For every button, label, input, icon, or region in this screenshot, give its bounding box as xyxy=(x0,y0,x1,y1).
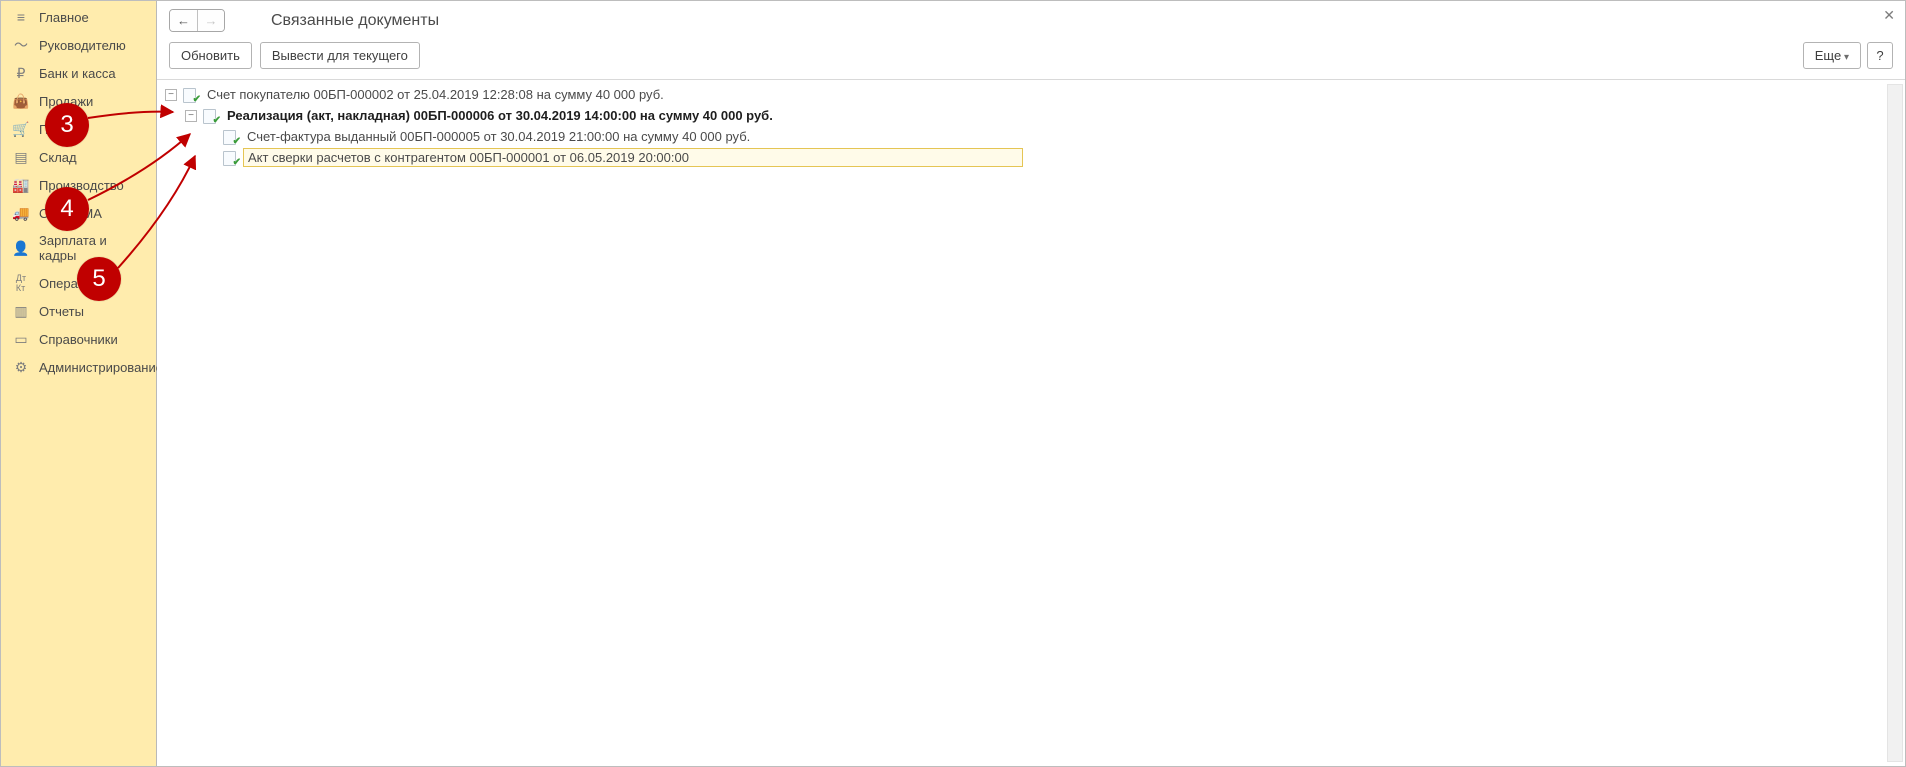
refresh-button[interactable]: Обновить xyxy=(169,42,252,69)
tree-row[interactable]: − ✔ Реализация (акт, накладная) 00БП-000… xyxy=(185,105,1903,126)
tree-row-label: Реализация (акт, накладная) 00БП-000006 … xyxy=(223,107,777,124)
annotation-badge-label: 3 xyxy=(60,111,73,139)
toolbar: Обновить Вывести для текущего Еще ? xyxy=(157,36,1905,79)
tree-row[interactable]: ✔ Счет-фактура выданный 00БП-000005 от 3… xyxy=(205,126,1903,147)
sidebar-item-label: Администрирование xyxy=(39,360,163,375)
sidebar-item-hr[interactable]: 👤 Зарплата и кадры xyxy=(1,227,156,269)
barchart-icon: ▥ xyxy=(13,303,29,319)
more-button[interactable]: Еще xyxy=(1803,42,1861,69)
annotation-badge-label: 4 xyxy=(60,195,73,223)
toolbar-right: Еще ? xyxy=(1803,42,1893,69)
sidebar-item-warehouse[interactable]: ▤ Склад xyxy=(1,143,156,171)
boxes-icon: ▤ xyxy=(13,149,29,165)
sidebar-item-reports[interactable]: ▥ Отчеты xyxy=(1,297,156,325)
annotation-badge-4: 4 xyxy=(45,187,89,231)
close-icon[interactable]: ✕ xyxy=(1883,7,1895,24)
document-icon: ✔ xyxy=(183,87,199,103)
cart-icon: 🛒 xyxy=(13,121,29,137)
document-icon: ✔ xyxy=(223,150,239,166)
selection-highlight: Акт сверки расчетов с контрагентом 00БП-… xyxy=(243,148,1023,167)
factory-icon: 🏭 xyxy=(13,177,29,193)
sidebar: ≡ Главное 〜 Руководителю ₽ Банк и касса … xyxy=(1,1,157,766)
tree-row-selected[interactable]: ✔ Акт сверки расчетов с контрагентом 00Б… xyxy=(205,147,1903,168)
sidebar-item-label: Руководителю xyxy=(39,38,126,53)
nav-back-button[interactable]: ← xyxy=(170,10,197,31)
titlebar: ← → Связанные документы ✕ xyxy=(157,1,1905,36)
person-icon: 👤 xyxy=(13,240,29,256)
sidebar-item-label: Главное xyxy=(39,10,89,25)
annotation-badge-5: 5 xyxy=(77,257,121,301)
document-icon: ✔ xyxy=(203,108,219,124)
sidebar-item-label: Отчеты xyxy=(39,304,84,319)
sidebar-item-label: Склад xyxy=(39,150,77,165)
sidebar-item-bank[interactable]: ₽ Банк и касса xyxy=(1,59,156,87)
menu-icon: ≡ xyxy=(13,9,29,25)
dtkt-icon: ДтКт xyxy=(13,275,29,291)
book-icon: ▭ xyxy=(13,331,29,347)
tree-area: − ✔ Счет покупателю 00БП-000002 от 25.04… xyxy=(157,79,1905,766)
sidebar-item-label: Справочники xyxy=(39,332,118,347)
sidebar-item-refs[interactable]: ▭ Справочники xyxy=(1,325,156,353)
truck-icon: 🚚 xyxy=(13,205,29,221)
sidebar-item-label: Банк и касса xyxy=(39,66,116,81)
export-current-button[interactable]: Вывести для текущего xyxy=(260,42,420,69)
document-icon: ✔ xyxy=(223,129,239,145)
ruble-icon: ₽ xyxy=(13,65,29,81)
document-tree[interactable]: − ✔ Счет покупателю 00БП-000002 от 25.04… xyxy=(165,84,1903,168)
sidebar-item-admin[interactable]: ⚙ Администрирование xyxy=(1,353,156,381)
tree-row[interactable]: − ✔ Счет покупателю 00БП-000002 от 25.04… xyxy=(165,84,1903,105)
sidebar-item-label: Производство xyxy=(39,178,124,193)
main: ← → Связанные документы ✕ Обновить Вывес… xyxy=(157,1,1905,766)
gear-icon: ⚙ xyxy=(13,359,29,375)
bag-icon: 👜 xyxy=(13,93,29,109)
tree-row-label: Счет-фактура выданный 00БП-000005 от 30.… xyxy=(243,128,754,145)
tree-row-label: Акт сверки расчетов с контрагентом 00БП-… xyxy=(246,150,691,165)
nav-buttons: ← → xyxy=(169,9,225,32)
expander-icon[interactable]: − xyxy=(165,89,177,101)
expander-icon[interactable]: − xyxy=(185,110,197,122)
vertical-scrollbar[interactable] xyxy=(1887,84,1903,762)
tree-row-label: Счет покупателю 00БП-000002 от 25.04.201… xyxy=(203,86,668,103)
app-root: ≡ Главное 〜 Руководителю ₽ Банк и касса … xyxy=(0,0,1906,767)
help-button[interactable]: ? xyxy=(1867,42,1893,69)
chart-line-icon: 〜 xyxy=(13,37,29,53)
annotation-badge-3: 3 xyxy=(45,103,89,147)
sidebar-item-main[interactable]: ≡ Главное xyxy=(1,3,156,31)
nav-forward-button[interactable]: → xyxy=(197,10,224,31)
sidebar-item-manager[interactable]: 〜 Руководителю xyxy=(1,31,156,59)
annotation-badge-label: 5 xyxy=(92,265,105,293)
page-title: Связанные документы xyxy=(271,12,439,30)
